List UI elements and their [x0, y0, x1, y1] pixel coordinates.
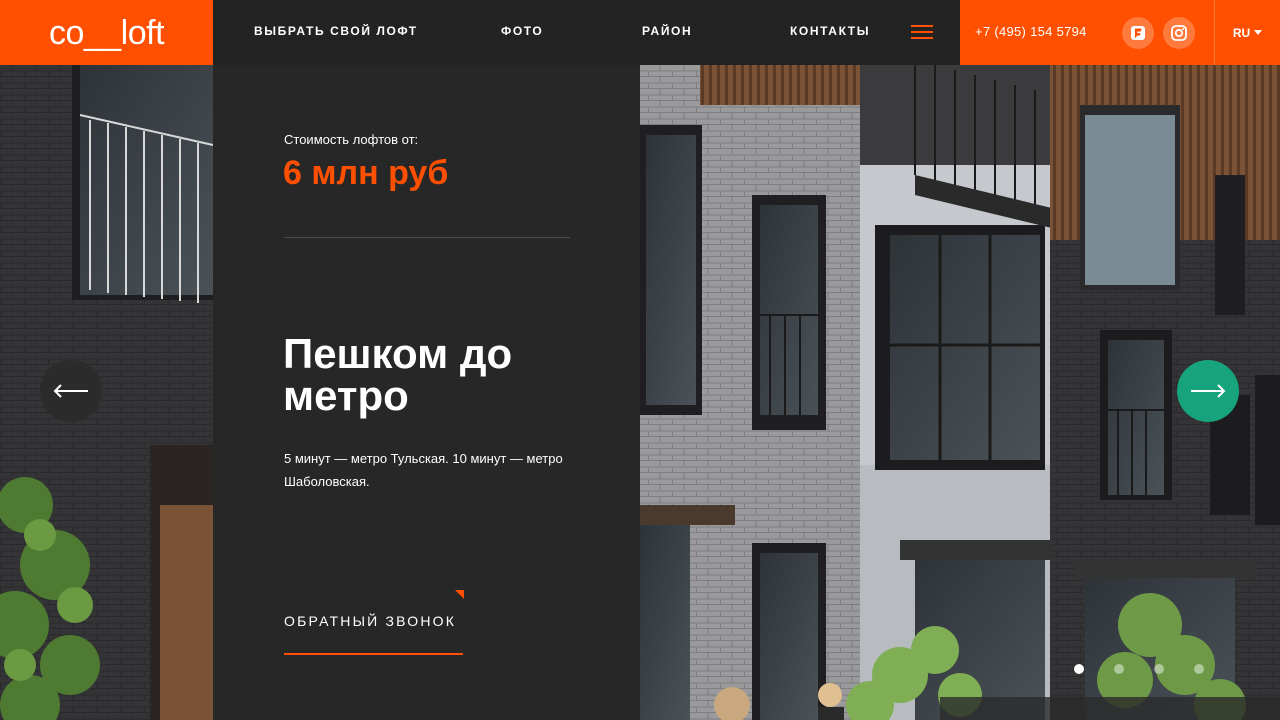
hero-background-image: [0, 65, 1280, 720]
slider-dot[interactable]: [1074, 664, 1084, 674]
slider-dot[interactable]: [1194, 664, 1204, 674]
menu-burger-icon[interactable]: [911, 24, 933, 40]
slider-dot[interactable]: [1154, 664, 1164, 674]
logo[interactable]: co__loft: [0, 0, 213, 65]
slider-prev-button[interactable]: [40, 360, 102, 422]
divider: [284, 237, 570, 238]
language-label: RU: [1232, 25, 1251, 40]
logo-text: co__loft: [48, 13, 165, 52]
info-panel: Стоимость лофтов от: 6 млн руб Пешком до…: [213, 65, 640, 720]
site-header: co__loft ВЫБРАТЬ СВОЙ ЛОФТ ФОТО РАЙОН КО…: [0, 0, 1280, 65]
callback-button[interactable]: ОБРАТНЫЙ ЗВОНОК: [284, 590, 464, 656]
nav-item-contacts[interactable]: КОНТАКТЫ: [790, 24, 870, 38]
slider-dot[interactable]: [1114, 664, 1124, 674]
callback-label: ОБРАТНЫЙ ЗВОНОК: [284, 613, 457, 629]
foursquare-icon[interactable]: [1122, 17, 1154, 49]
nav-item-photo[interactable]: ФОТО: [501, 24, 543, 38]
building-illustration: [0, 65, 1280, 720]
arrow-right-icon: [1191, 384, 1226, 398]
price-value: 6 млн руб: [283, 154, 449, 192]
arrow-left-icon: [53, 384, 88, 398]
callback-corner-mark: [455, 590, 464, 599]
slide-headline: Пешком до метро: [283, 330, 513, 419]
main-nav: ВЫБРАТЬ СВОЙ ЛОФТ ФОТО РАЙОН КОНТАКТЫ: [213, 0, 960, 65]
instagram-icon[interactable]: [1163, 17, 1195, 49]
phone-link[interactable]: +7 (495) 154 5794: [975, 24, 1087, 39]
callback-underline: [284, 653, 463, 655]
nav-item-choose-loft[interactable]: ВЫБРАТЬ СВОЙ ЛОФТ: [254, 24, 418, 38]
slider-next-button[interactable]: [1177, 360, 1239, 422]
contact-block: +7 (495) 154 5794: [960, 0, 1214, 65]
slider-dots: [1074, 664, 1214, 676]
chevron-down-icon: [1254, 30, 1263, 35]
slide-description: 5 минут — метро Тульская. 10 минут — мет…: [284, 451, 563, 489]
language-switcher[interactable]: RU: [1214, 0, 1280, 65]
nav-item-district[interactable]: РАЙОН: [642, 24, 692, 38]
price-label: Стоимость лофтов от:: [284, 132, 419, 147]
